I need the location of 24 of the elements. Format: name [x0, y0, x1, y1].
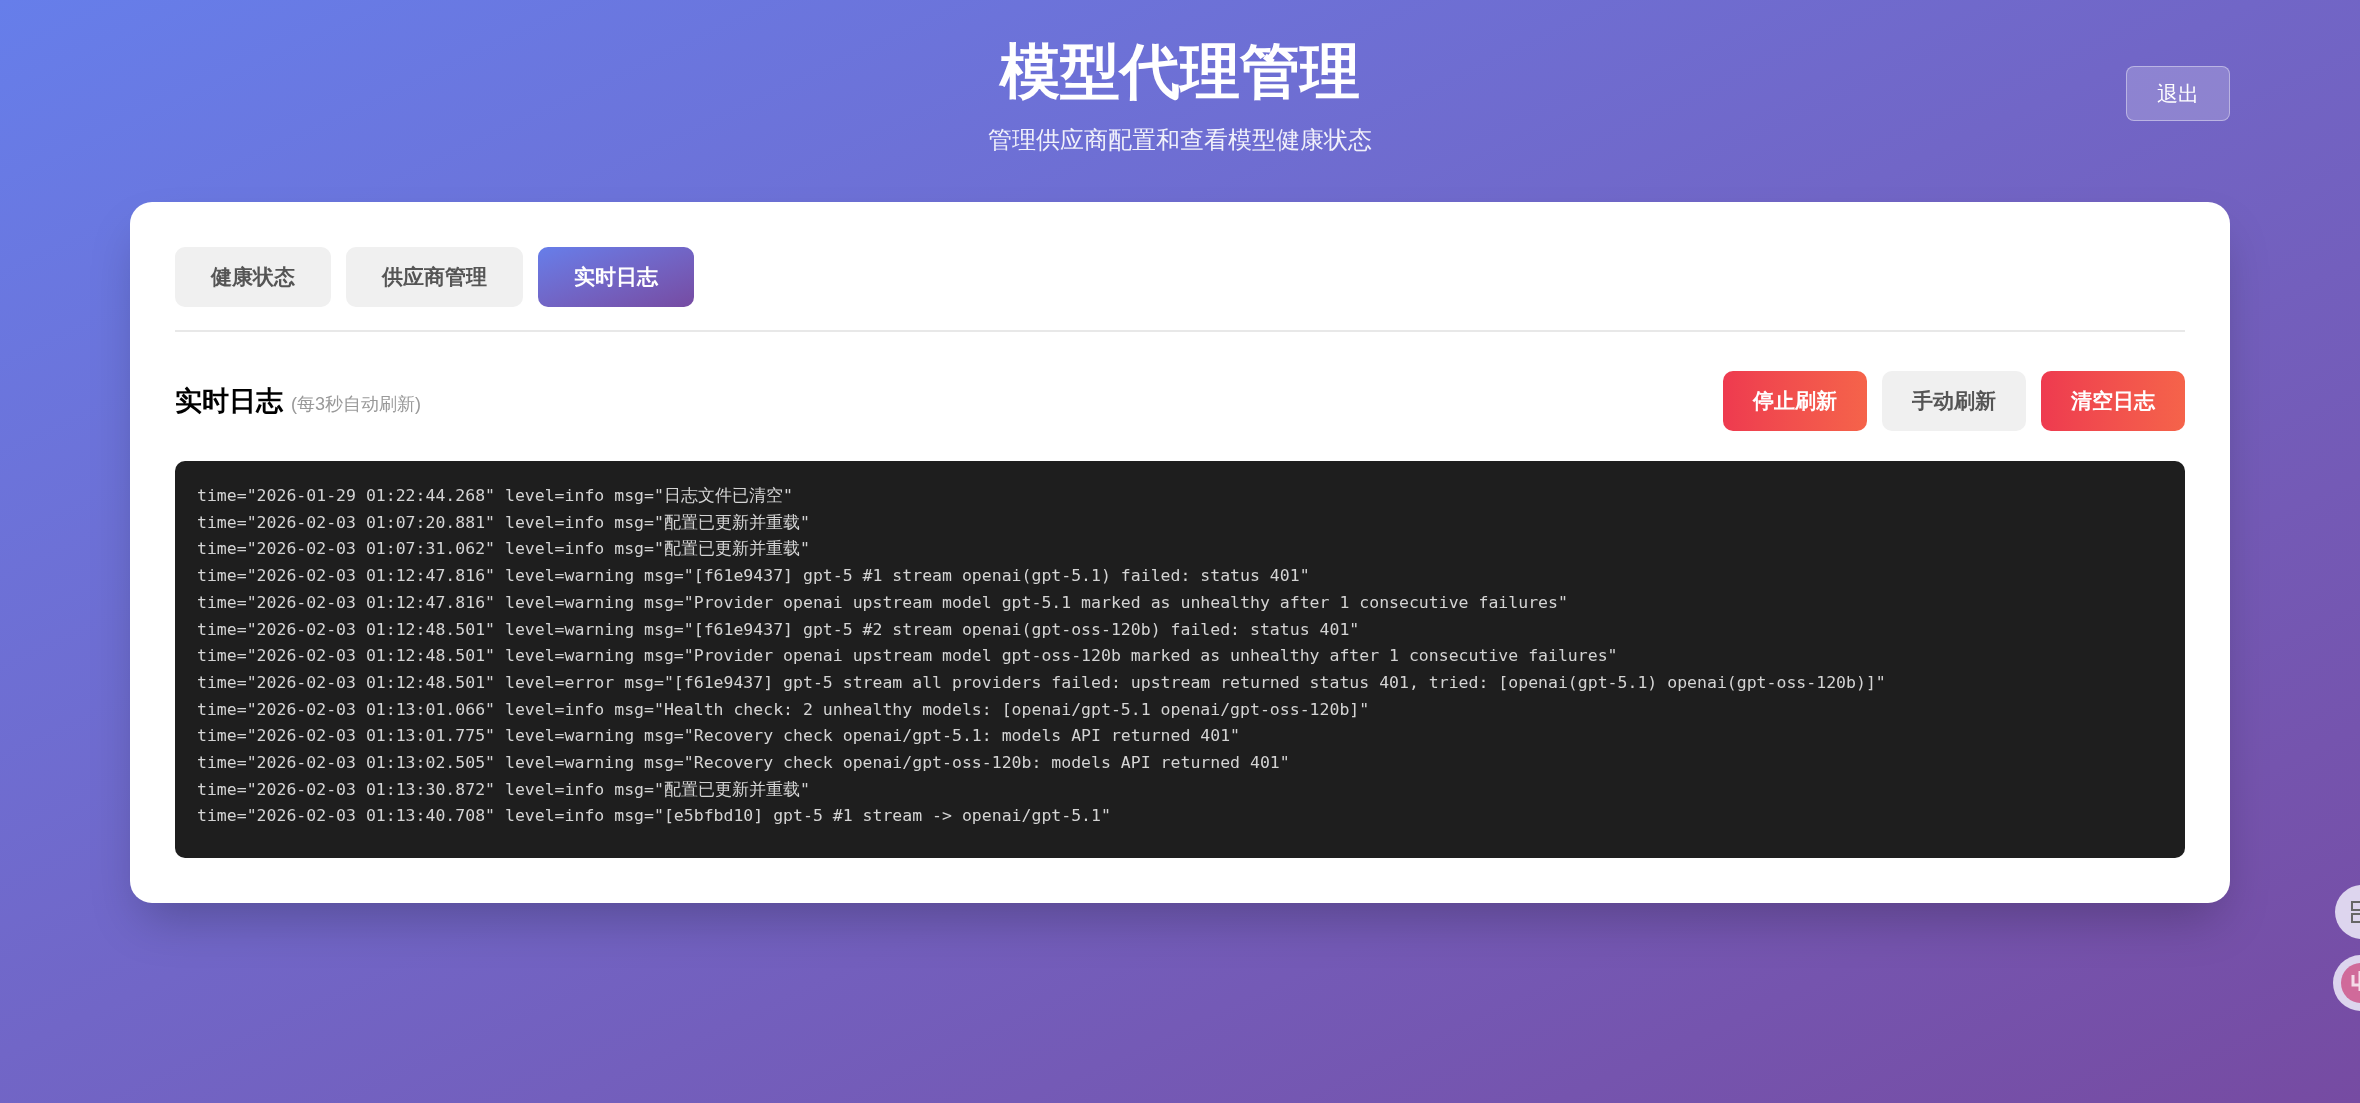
- tab[interactable]: 实时日志: [538, 247, 694, 307]
- page-title: 模型代理管理: [1000, 37, 1360, 107]
- refresh-note: (每3秒自动刷新): [291, 392, 421, 416]
- log-line: time="2026-02-03 01:12:47.816" level=warning msg="[f61e9437] gpt-5 #1 stream openai(gpt-5.1) failed: status 401": [197, 565, 1311, 588]
- log-line: time="2026-02-03 01:07:31.062" level=info msg="配置已更新并重载": [197, 538, 811, 561]
- log-line: time="2026-02-03 01:12:47.816" level=warning msg="Provider openai upstream model gpt-5.1 marked as unhealthy after 1 consecutive failures": [197, 591, 1569, 614]
- log-line: time="2026-02-03 01:12:48.501" level=warning msg="Provider openai upstream model gpt-oss-120b marked as unhealthy after 1 consecutive failures": [197, 645, 1619, 668]
- log-line: time="2026-02-03 01:12:48.501" level=warning msg="[f61e9437] gpt-5 #2 stream openai(gpt-oss-120b) failed: status 401": [197, 618, 1361, 641]
- action-button[interactable]: 清空日志: [2041, 371, 2185, 431]
- log-line: time="2026-01-29 01:22:44.268" level=info msg="日志文件已清空": [197, 485, 794, 507]
- log-line: time="2026-02-03 01:13:02.505" level=warning msg="Recovery check openai/gpt-oss-120b: models API returned 401": [197, 752, 1291, 775]
- log-line: time="2026-02-03 01:13:01.775" level=warning msg="Recovery check openai/gpt-5.1: models API returned 401": [197, 725, 1242, 748]
- log-line: time="2026-02-03 01:12:48.501" level=error msg="[f61e9437] gpt-5 stream all providers failed: upstream returned status 401, tried: [openai(gpt-5.1) openai(gpt-oss-120b)]": [197, 671, 1887, 694]
- logout-button[interactable]: 退出: [2126, 66, 2230, 121]
- log-line: time="2026-02-03 01:13:30.872" level=info msg="配置已更新并重载": [197, 778, 811, 801]
- log-line: time="2026-02-03 01:13:01.066" level=info msg="Health check: 2 unhealthy models: [openai/gpt-5.1 openai/gpt-oss-120b]": [197, 698, 1371, 721]
- action-button[interactable]: 停止刷新: [1723, 371, 1867, 431]
- tab[interactable]: 健康状态: [175, 247, 331, 307]
- log-line: time="2026-02-03 01:13:40.708" level=info msg="[e5bfbd10] gpt-5 #1 stream -> openai/gpt-5.1": [197, 805, 1112, 828]
- log-line: time="2026-02-03 01:07:20.881" level=info msg="配置已更新并重载": [197, 511, 811, 534]
- section-title: 实时日志: [175, 384, 283, 418]
- page-subtitle: 管理供应商配置和查看模型健康状态: [988, 125, 1372, 155]
- tab[interactable]: 供应商管理: [346, 247, 523, 307]
- action-button[interactable]: 手动刷新: [1882, 371, 2026, 431]
